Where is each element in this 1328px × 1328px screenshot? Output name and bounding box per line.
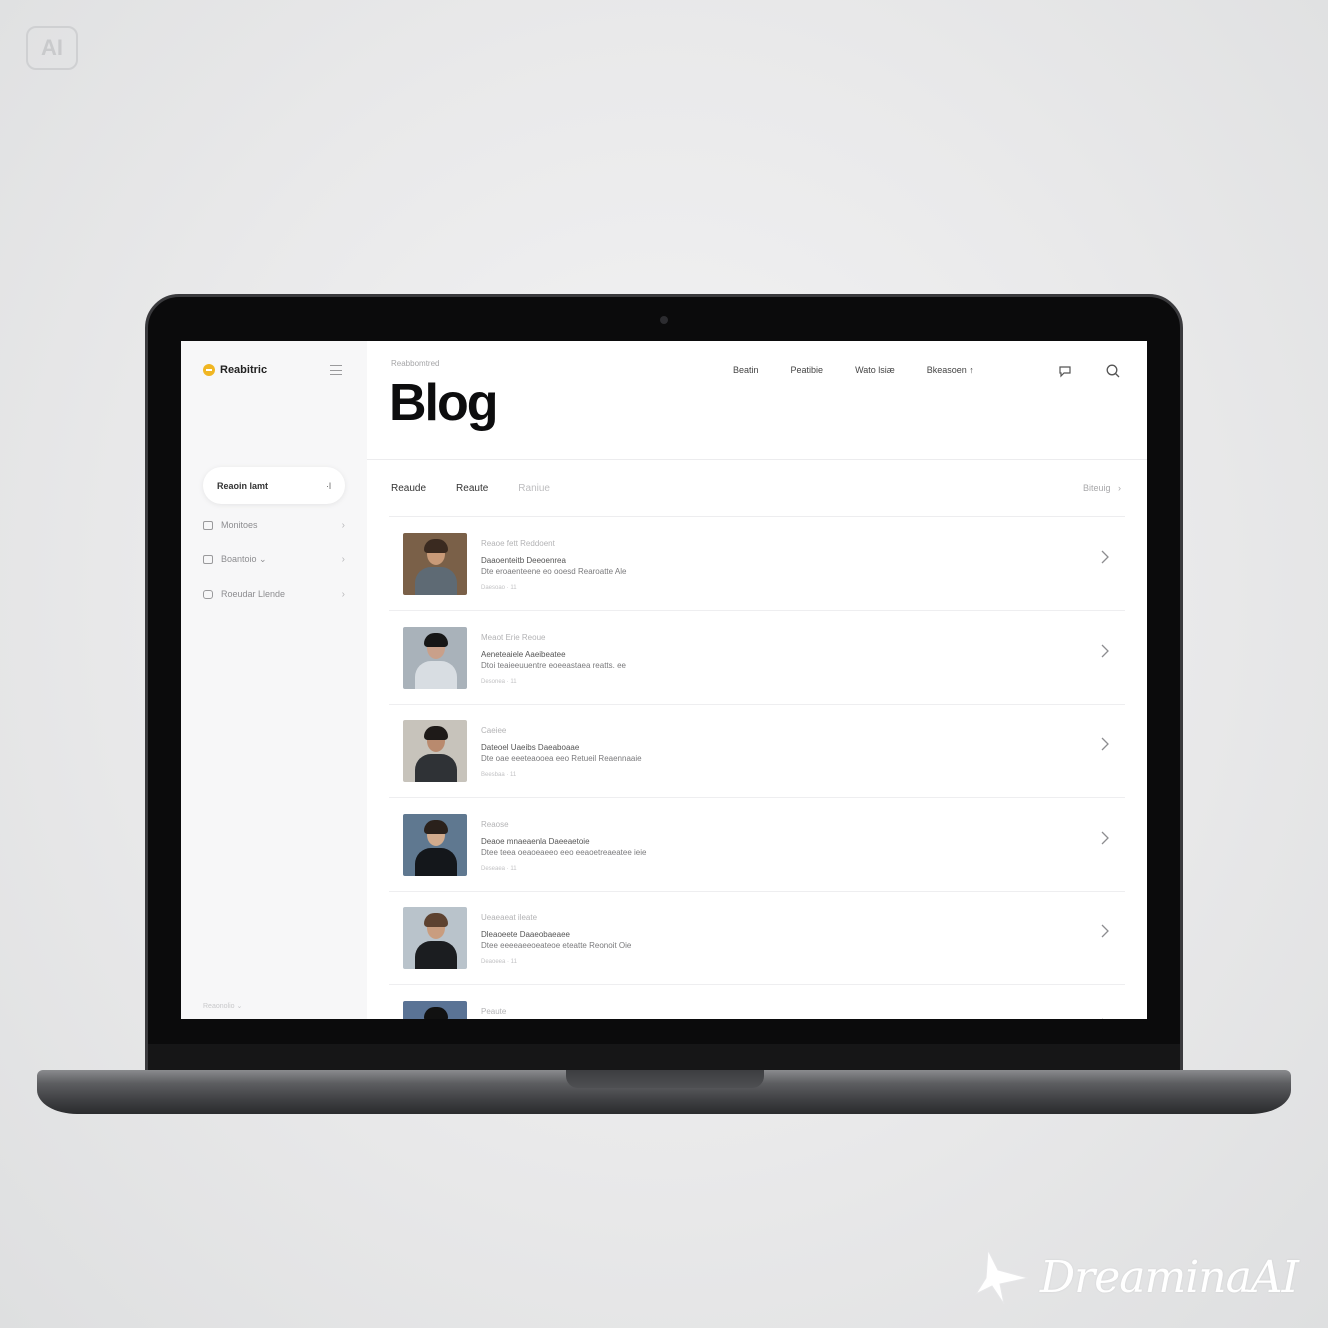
chevron-right-icon[interactable] <box>1097 923 1113 939</box>
header-divider <box>367 459 1147 460</box>
breadcrumb[interactable]: Reabbomtred <box>391 359 439 368</box>
post-excerpt: Dte oae eeeteaooea eeo Retueil Reaennaai… <box>481 754 642 763</box>
post-excerpt: Dte eroaenteene eo ooesd Rearoatte Ale <box>481 567 627 576</box>
tab-3[interactable]: Raniue <box>518 483 550 494</box>
sidebar-item-1[interactable]: Monitoes › <box>203 517 345 533</box>
calendar-icon <box>203 520 213 530</box>
sidebar-footer[interactable]: Reaonolio ⌄ <box>203 1002 242 1010</box>
brand-name: Reabitric <box>220 364 268 376</box>
post-excerpt: Dtee teea oeaoeaeeo eeo eeaoetreaeatee i… <box>481 847 647 857</box>
ai-badge: AI <box>26 26 78 70</box>
post-row[interactable]: Caeiee Dateoel Uaeibs Daeaboaae Dte oae … <box>389 704 1125 798</box>
chevron-right-icon: › <box>341 553 345 565</box>
post-thumbnail[interactable] <box>403 720 467 782</box>
chevron-right-icon[interactable] <box>1097 549 1113 565</box>
top-nav-item-1[interactable]: Beatin <box>733 365 759 375</box>
post-thumbnail[interactable] <box>403 533 467 595</box>
sidebar-item-label: Boantoio ⌄ <box>221 553 267 564</box>
post-title[interactable]: Dleaoeete Daaeobaeaee <box>481 930 570 939</box>
search-icon[interactable] <box>1105 363 1121 379</box>
laptop-notch <box>566 1070 764 1088</box>
post-date: Deaoeea · 11 <box>481 959 517 965</box>
top-nav-item-2[interactable]: Peatibie <box>791 365 824 375</box>
tab-bar: Reaude Reaute Raniue <box>391 483 550 494</box>
laptop-chin <box>148 1044 1180 1070</box>
post-date: Beesbaa · 11 <box>481 772 517 778</box>
post-thumbnail[interactable] <box>403 907 467 969</box>
chevron-right-icon[interactable] <box>1097 1017 1113 1020</box>
post-category: Reaose <box>481 819 509 829</box>
chevron-right-icon[interactable] <box>1097 736 1113 752</box>
post-thumbnail[interactable] <box>403 626 467 689</box>
post-title[interactable]: Daaoenteitb Deeoenrea <box>481 556 566 565</box>
chevron-right-icon: › <box>341 588 345 600</box>
post-title[interactable]: Deaoe mnaeaenla Daeeaetoie <box>481 837 590 846</box>
chevron-right-icon[interactable] <box>1097 830 1113 846</box>
post-row[interactable]: Peaute <box>389 985 1125 1020</box>
brand[interactable]: Reabitric <box>203 364 267 376</box>
laptop-screen: Reabitric Reaoin lamt ·l Monitoes › Boan… <box>181 341 1147 1019</box>
post-title[interactable]: Aeneteaiele Aaeibeatee <box>481 650 566 659</box>
post-excerpt: Dtoi teaieeuuentre eoeeastaea reatts. ee <box>481 660 626 670</box>
sidebar-item-label: Reaoin lamt <box>217 480 269 491</box>
sidebar-item-label: Monitoes <box>221 520 258 530</box>
sidebar-item-3[interactable]: Roeudar Llende › <box>203 586 345 602</box>
chevron-right-icon: › <box>341 519 345 531</box>
sidebar-item-indicator: ·l <box>326 480 331 491</box>
sidebar-item-label: Roeudar Llende <box>221 589 286 599</box>
camera-dot <box>660 316 668 324</box>
watermark: DreaminaAI <box>974 1242 1299 1312</box>
post-category: Peaute <box>481 1006 507 1016</box>
sidebar-item-active[interactable]: Reaoin lamt ·l <box>203 467 345 504</box>
post-row[interactable]: Ueaeaeat ileate Dleaoeete Daaeobaeaee Dt… <box>389 891 1125 985</box>
post-category: Ueaeaeat ileate <box>481 913 538 922</box>
chat-icon[interactable] <box>1057 363 1073 379</box>
chevron-right-icon[interactable] <box>1097 643 1113 659</box>
post-category: Meaot Erie Reoue <box>481 632 546 642</box>
post-title[interactable]: Dateoel Uaeibs Daeaboaae <box>481 743 579 752</box>
top-nav-item-4[interactable]: Bkeasoen ↑ <box>927 365 974 375</box>
brand-logo-icon <box>203 364 215 376</box>
box-icon <box>203 589 213 599</box>
hamburger-menu-icon[interactable] <box>330 365 342 375</box>
post-thumbnail[interactable] <box>403 1000 467 1019</box>
dreamina-logo-icon <box>974 1248 1029 1305</box>
post-thumbnail[interactable] <box>403 813 467 876</box>
top-nav: Beatin Peatibie Wato lsiæ Bkeasoen ↑ <box>733 365 974 375</box>
view-all-link[interactable]: Biteuig › <box>1083 483 1121 493</box>
tab-2[interactable]: Reaute <box>456 483 488 494</box>
chevron-right-icon: › <box>1113 483 1121 493</box>
post-category: Caeiee <box>481 726 507 735</box>
post-category: Reaoe fett Reddoent <box>481 539 555 548</box>
post-row[interactable]: Reaoe fett Reddoent Daaoenteitb Deeoenre… <box>389 517 1125 611</box>
list-icon <box>203 554 213 564</box>
main-content: Reabbomtred Blog Beatin Peatibie Wato ls… <box>367 341 1147 1019</box>
post-row[interactable]: Reaose Deaoe mnaeaenla Daeeaetoie Dtee t… <box>389 798 1125 892</box>
page-title: Blog <box>389 374 499 432</box>
watermark-text: DreaminaAI <box>1039 1251 1299 1303</box>
post-excerpt: Dtee eeeeaeeoeateoe eteatte Reonoit Oie <box>481 941 632 950</box>
post-row[interactable]: Meaot Erie Reoue Aeneteaiele Aaeibeatee … <box>389 611 1125 705</box>
top-nav-item-3[interactable]: Wato lsiæ <box>855 365 895 375</box>
sidebar-item-2[interactable]: Boantoio ⌄ › <box>203 551 345 567</box>
tab-1[interactable]: Reaude <box>391 483 426 494</box>
sidebar: Reabitric Reaoin lamt ·l Monitoes › Boan… <box>181 341 367 1019</box>
view-all-label: Biteuig <box>1082 483 1111 493</box>
post-date: Desonea · 11 <box>481 678 517 685</box>
post-date: Daesoao · 11 <box>481 585 517 591</box>
post-date: Deseaea · 11 <box>481 865 517 872</box>
